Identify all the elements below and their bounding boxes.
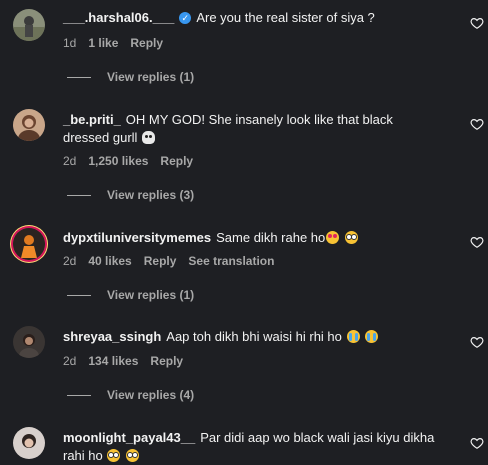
timestamp: 2d (63, 254, 77, 268)
timestamp: 2d (63, 354, 77, 368)
flushed-face-emoji-icon (126, 449, 139, 463)
heart-outline-icon[interactable] (470, 16, 484, 30)
avatar[interactable] (13, 228, 45, 260)
comment-text: Are you the real sister of siya ? (196, 10, 375, 25)
timestamp: 2d (63, 154, 77, 168)
comment-text-continued: rahi ho (63, 448, 103, 463)
view-replies-label: View replies (4) (107, 388, 195, 402)
likes-count[interactable]: 1 like (88, 36, 118, 50)
avatar[interactable] (13, 427, 45, 459)
avatar[interactable] (13, 109, 45, 141)
comment-meta: 2d 134 likes Reply (63, 353, 183, 369)
flushed-face-emoji-icon (344, 231, 358, 245)
username[interactable]: _be.priti_ (63, 112, 121, 127)
timestamp: 1d (63, 36, 77, 50)
verified-badge-icon: ✓ (179, 11, 192, 24)
comment-text-continued: dressed gurll (63, 130, 138, 145)
smiling-face-with-heart-eyes-emoji-icon (326, 231, 340, 245)
loudly-crying-face-emoji-icon (365, 330, 379, 344)
heart-outline-icon[interactable] (470, 335, 484, 349)
heart-outline-icon[interactable] (470, 436, 484, 450)
reply-button[interactable]: Reply (160, 154, 193, 168)
reply-button[interactable]: Reply (150, 354, 183, 368)
username[interactable]: ___.harshal06.___ (63, 10, 174, 25)
comment-text-line: dressed gurll (63, 128, 448, 147)
comment-text: Same dikh rahe ho (216, 230, 326, 245)
divider-line (67, 194, 91, 196)
comment-text-line: rahi ho (63, 446, 448, 465)
comment-text: OH MY GOD! She insanely look like that b… (125, 112, 393, 127)
heart-outline-icon[interactable] (470, 235, 484, 249)
comment-text-line: ___.harshal06.___ ✓ Are you the real siste… (63, 8, 448, 27)
comment-meta: 2d 40 likes Reply See translation (63, 253, 274, 269)
view-replies-label: View replies (3) (107, 188, 195, 202)
comment-text: Aap toh dikh bhi waisi hi rhi ho (166, 329, 342, 344)
see-translation-button[interactable]: See translation (188, 254, 274, 268)
loudly-crying-face-emoji-icon (346, 330, 360, 344)
view-replies-button[interactable]: View replies (1) (67, 288, 194, 302)
heart-outline-icon[interactable] (470, 117, 484, 131)
comment-text-line: dypxtiluniversitymemes Same dikh rahe ho (63, 228, 448, 247)
view-replies-button[interactable]: View replies (4) (67, 388, 194, 402)
username[interactable]: dypxtiluniversitymemes (63, 230, 211, 245)
reply-button[interactable]: Reply (144, 254, 177, 268)
reply-button[interactable]: Reply (130, 36, 163, 50)
avatar[interactable] (13, 326, 45, 358)
divider-line (67, 394, 91, 396)
likes-count[interactable]: 134 likes (88, 354, 138, 368)
comment-text: Par didi aap wo black wali jasi kiyu dik… (200, 430, 435, 445)
username[interactable]: shreyaa_ssingh (63, 329, 161, 344)
divider-line (67, 76, 91, 78)
view-replies-label: View replies (1) (107, 288, 195, 302)
comment-meta: 2d 1,250 likes Reply (63, 153, 193, 169)
view-replies-label: View replies (1) (107, 70, 195, 84)
divider-line (67, 294, 91, 296)
comment-text-line: moonlight_payal43__ Par didi aap wo black… (63, 428, 448, 447)
avatar[interactable] (13, 9, 45, 41)
likes-count[interactable]: 40 likes (88, 254, 131, 268)
likes-count[interactable]: 1,250 likes (88, 154, 148, 168)
comment-text-line: _be.priti_ OH MY GOD! She insanely look l… (63, 110, 448, 129)
username[interactable]: moonlight_payal43__ (63, 430, 195, 445)
view-replies-button[interactable]: View replies (1) (67, 70, 194, 84)
comment-meta: 1d 1 like Reply (63, 35, 163, 51)
view-replies-button[interactable]: View replies (3) (67, 188, 194, 202)
flushed-face-emoji-icon (107, 449, 121, 463)
skull-emoji-icon (142, 131, 156, 145)
comment-text-line: shreyaa_ssingh Aap toh dikh bhi waisi hi … (63, 327, 448, 346)
